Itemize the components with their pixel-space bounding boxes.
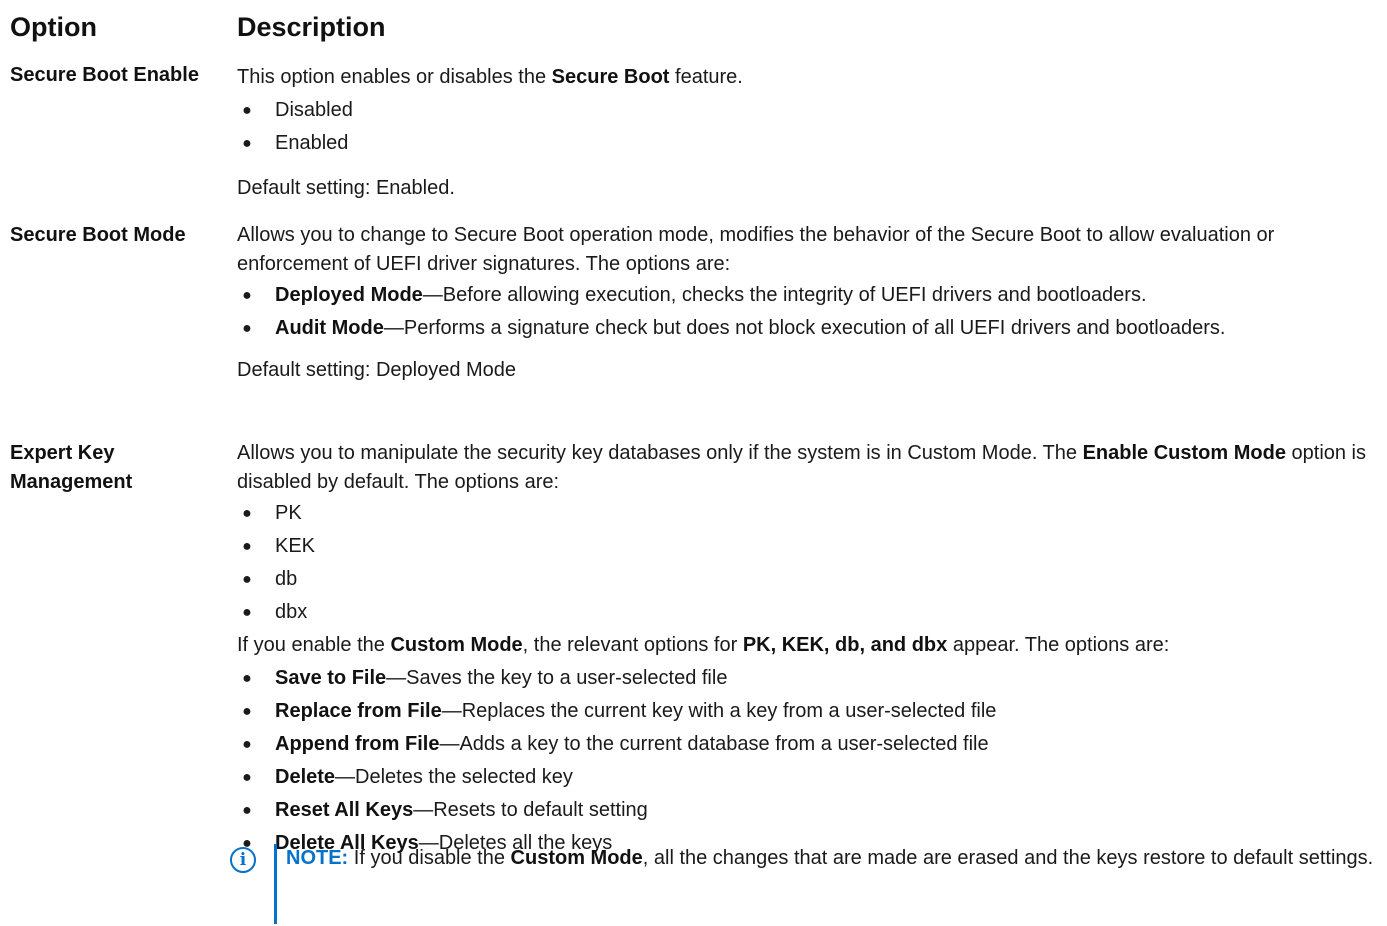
option-name: Expert Key Management	[10, 442, 133, 493]
bullet-icon: ●	[242, 736, 252, 753]
option-description: Allows you to change to Secure Boot oper…	[237, 221, 1382, 387]
description-intro: This option enables or disables the Secu…	[237, 66, 743, 88]
list-item: ● Enabled	[237, 127, 1382, 160]
custom-mode-intro: If you enable the Custom Mode, the relev…	[237, 634, 1170, 656]
bullet-icon: ●	[242, 604, 252, 621]
list-item: ● Append from File—Adds a key to the curr…	[237, 728, 1382, 761]
bullet-icon: ●	[242, 287, 252, 304]
bullet-icon: ●	[242, 802, 252, 819]
list-item: ● KEK	[237, 530, 1382, 563]
note-text: NOTE: If you disable the Custom Mode, al…	[286, 847, 1374, 869]
list-item: ● db	[237, 563, 1382, 596]
list-item: ● PK	[237, 497, 1382, 530]
option-column-header: Option	[10, 12, 97, 42]
list-item: ● Reset All Keys—Resets to default settin…	[237, 794, 1382, 827]
list-item: ● dbx	[237, 596, 1382, 629]
list-item: ● Deployed Mode—Before allowing execution…	[237, 279, 1382, 312]
note-accent-bar	[274, 844, 277, 924]
bullet-icon: ●	[242, 670, 252, 687]
bullet-icon: ●	[242, 102, 252, 119]
bullet-icon: ●	[242, 769, 252, 786]
list-item: ● Disabled	[237, 94, 1382, 127]
bullet-icon: ●	[242, 505, 252, 522]
list-item: ● Save to File—Saves the key to a user-se…	[237, 662, 1382, 695]
description-intro: Allows you to manipulate the security ke…	[237, 442, 1367, 493]
note-callout: i NOTE: If you disable the Custom Mode, …	[230, 842, 1380, 924]
list-item: ● Delete—Deletes the selected key	[237, 761, 1382, 794]
description-intro: Allows you to change to Secure Boot oper…	[237, 224, 1275, 275]
list-item: ● Audit Mode—Performs a signature check b…	[237, 314, 1382, 343]
option-name: Secure Boot Enable	[10, 64, 199, 86]
bullet-icon: ●	[242, 571, 252, 588]
option-name: Secure Boot Mode	[10, 224, 186, 246]
description-column-header: Description	[237, 12, 386, 42]
option-description: This option enables or disables the Secu…	[237, 61, 1382, 205]
bullet-icon: ●	[242, 135, 252, 152]
bullet-icon: ●	[242, 320, 252, 337]
default-setting: Default setting: Deployed Mode	[237, 359, 517, 381]
info-icon: i	[230, 847, 256, 873]
list-item: ● Replace from File—Replaces the current …	[237, 695, 1382, 728]
bullet-icon: ●	[242, 538, 252, 555]
default-setting: Default setting: Enabled.	[237, 177, 455, 199]
bullet-icon: ●	[242, 703, 252, 720]
option-description: Allows you to manipulate the security ke…	[237, 439, 1382, 860]
